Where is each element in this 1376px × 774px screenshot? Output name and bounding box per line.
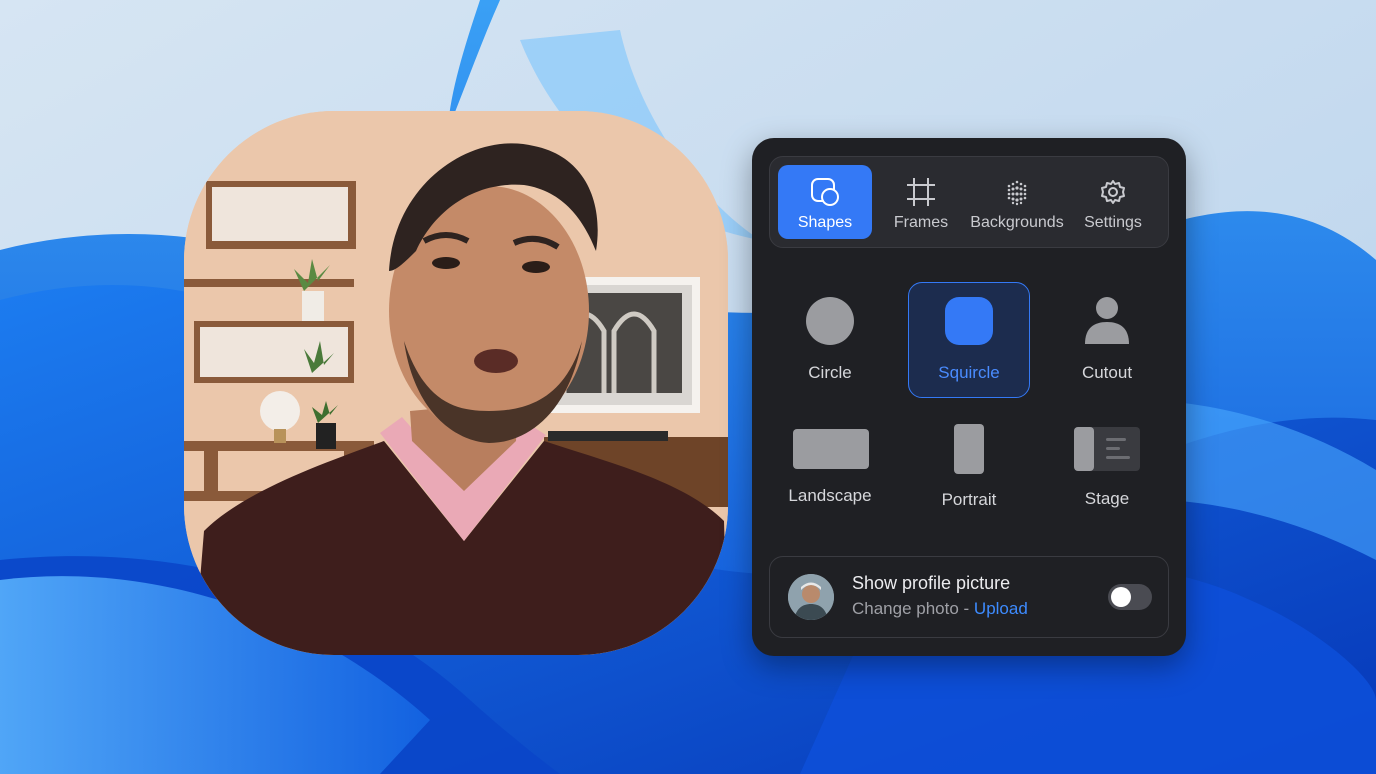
lamp <box>260 391 300 431</box>
landscape-shape-icon <box>793 429 869 469</box>
shape-option-squircle[interactable]: Squircle <box>908 282 1030 398</box>
circle-shape-icon <box>806 297 854 345</box>
portrait-shape-icon <box>954 424 984 474</box>
shape-option-label: Circle <box>808 363 852 382</box>
panel-tab-bar: Shapes Frames Backgrounds Settings <box>769 156 1169 248</box>
shape-option-landscape[interactable]: Landscape <box>769 418 891 534</box>
dots-grid-icon <box>970 177 1064 207</box>
change-photo-text: Change photo - Upload <box>852 599 1028 619</box>
show-profile-picture-toggle[interactable] <box>1108 584 1152 610</box>
squircle-shape-icon <box>945 297 993 345</box>
tab-settings[interactable]: Settings <box>1066 165 1160 239</box>
tab-frames-label: Frames <box>893 214 949 231</box>
shape-option-label: Squircle <box>938 363 1000 382</box>
tab-shapes-label: Shapes <box>797 214 853 231</box>
person-cutout-icon <box>1085 297 1129 344</box>
avatar[interactable] <box>788 574 834 620</box>
shape-option-portrait[interactable]: Portrait <box>908 418 1030 534</box>
upload-link[interactable]: Upload <box>974 599 1028 618</box>
shape-option-label: Cutout <box>1081 363 1133 382</box>
shape-option-label: Portrait <box>941 490 997 509</box>
tab-frames[interactable]: Frames <box>874 165 968 239</box>
tab-backgrounds[interactable]: Backgrounds <box>970 165 1064 239</box>
show-profile-picture-label: Show profile picture <box>852 573 1011 593</box>
profile-picture-row: Show profile picture Change photo - Uplo… <box>769 556 1169 638</box>
toggle-knob <box>1111 587 1131 607</box>
shape-option-label: Landscape <box>788 486 872 505</box>
stage-layout-icon <box>1074 427 1140 471</box>
tab-settings-label: Settings <box>1084 214 1142 231</box>
video-shape-panel: Shapes Frames Backgrounds Settings Circl… <box>752 138 1186 656</box>
change-photo-label: Change photo - <box>852 599 974 618</box>
shape-option-label: Stage <box>1084 489 1130 508</box>
frame-crop-icon <box>874 177 968 207</box>
shapes-icon <box>778 177 872 207</box>
camera-preview <box>184 111 728 655</box>
shape-option-cutout[interactable]: Cutout <box>1046 282 1168 398</box>
shape-option-circle[interactable]: Circle <box>769 282 891 398</box>
shape-option-stage[interactable]: Stage <box>1046 418 1168 534</box>
gear-icon <box>1066 177 1160 207</box>
camera-video-frame <box>184 111 728 655</box>
tab-backgrounds-label: Backgrounds <box>970 214 1064 231</box>
tab-shapes[interactable]: Shapes <box>778 165 872 239</box>
